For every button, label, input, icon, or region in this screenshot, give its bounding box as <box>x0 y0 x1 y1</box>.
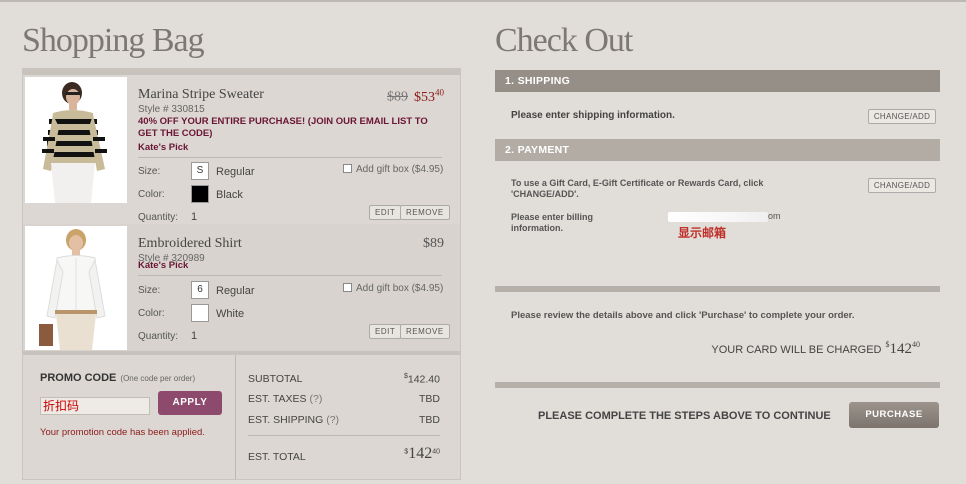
sale-price: $5340 <box>414 87 444 105</box>
quantity-label: Quantity: <box>138 331 179 342</box>
bag-item-embroidered-shirt: Embroidered Shirt Style # 320989 Kate's … <box>23 224 460 351</box>
quantity-label: Quantity: <box>138 212 179 223</box>
apply-button[interactable]: APPLY <box>158 391 222 415</box>
bag-item-marina-stripe-sweater: Marina Stripe Sweater Style # 330815 40%… <box>23 75 460 223</box>
sweater-model-image <box>25 77 127 203</box>
shopping-bag-title: Shopping Bag <box>22 22 205 59</box>
item-price: $89 $5340 <box>387 87 444 106</box>
email-annotation: 显示邮箱 <box>678 226 727 240</box>
shopping-bag-panel: Marina Stripe Sweater Style # 330815 40%… <box>22 68 461 480</box>
size-box: S <box>191 162 209 180</box>
edit-button[interactable]: EDIT <box>369 205 402 220</box>
purchase-button[interactable]: PURCHASE <box>849 402 939 428</box>
payment-section-header[interactable]: 2. PAYMENT <box>495 139 940 161</box>
promo-code-section: PROMO CODE (One code per order) 折扣码 APPLY… <box>23 355 235 479</box>
size-label: Size: <box>138 166 161 177</box>
remove-button[interactable]: REMOVE <box>400 324 450 339</box>
item-style-number: Style # 330815 <box>138 104 205 115</box>
top-border <box>0 0 966 2</box>
color-name: White <box>216 308 245 320</box>
shipping-section-header[interactable]: 1. SHIPPING <box>495 70 940 92</box>
edit-button[interactable]: EDIT <box>369 324 402 339</box>
gift-box-checkbox[interactable] <box>343 164 352 173</box>
promo-code-hint: (One code per order) <box>120 374 196 383</box>
gift-box-option[interactable]: Add gift box ($4.95) <box>343 283 443 294</box>
review-top-bar <box>495 286 940 292</box>
size-label: Size: <box>138 285 161 296</box>
shirt-model-image <box>25 226 127 350</box>
size-name: Regular <box>216 166 255 178</box>
original-price: $89 <box>387 89 408 105</box>
shipping-info-text: Please enter shipping information. <box>511 110 675 121</box>
promo-code-input[interactable]: 折扣码 <box>40 397 150 415</box>
redacted-email <box>668 212 768 222</box>
color-swatch-black <box>191 185 209 203</box>
review-bottom-bar <box>495 382 940 388</box>
remove-button[interactable]: REMOVE <box>400 205 450 220</box>
promo-code-label: PROMO CODE (One code per order) <box>40 372 196 384</box>
taxes-help-icon[interactable]: (?) <box>309 393 322 405</box>
checkout-title: Check Out <box>495 22 633 59</box>
kates-pick-tag: Kate's Pick <box>138 142 189 153</box>
payment-change-add-button[interactable]: CHANGE/ADD <box>868 178 936 193</box>
item-price: $89 <box>423 236 444 251</box>
total-row: EST. TOTAL $14240 <box>248 445 440 463</box>
billing-info-text: Please enter billing information. <box>511 212 594 233</box>
item-name[interactable]: Marina Stripe Sweater <box>138 87 264 103</box>
order-totals: SUBTOTAL $142.40 EST. TAXES (?) TBD EST.… <box>235 355 460 479</box>
gift-box-checkbox[interactable] <box>343 283 352 292</box>
color-label: Color: <box>138 189 165 200</box>
item-name[interactable]: Embroidered Shirt <box>138 236 242 252</box>
kates-pick-tag: Kate's Pick <box>138 260 189 271</box>
size-box: 6 <box>191 281 209 299</box>
item-promo-message: 40% OFF YOUR ENTIRE PURCHASE! (JOIN OUR … <box>138 116 428 139</box>
gift-box-option[interactable]: Add gift box ($4.95) <box>343 164 443 175</box>
color-name: Black <box>216 189 243 201</box>
color-label: Color: <box>138 308 165 319</box>
payment-info-text: To use a Gift Card, E-Gift Certificate o… <box>511 178 764 199</box>
totals-divider <box>248 435 440 436</box>
email-tail: om <box>768 211 781 221</box>
product-image-shirt[interactable] <box>25 226 127 350</box>
shipping-help-icon[interactable]: (?) <box>326 414 339 426</box>
item-divider <box>138 275 442 276</box>
promo-applied-message: Your promotion code has been applied. <box>40 427 205 438</box>
card-charge-amount: YOUR CARD WILL BE CHARGED $14240 <box>711 340 920 357</box>
product-image-sweater[interactable] <box>25 77 127 203</box>
size-name: Regular <box>216 285 255 297</box>
review-text: Please review the details above and clic… <box>511 310 855 321</box>
item-divider <box>138 157 442 158</box>
complete-steps-message: PLEASE COMPLETE THE STEPS ABOVE TO CONTI… <box>538 410 831 422</box>
quantity-value: 1 <box>191 330 198 342</box>
color-swatch-white <box>191 304 209 322</box>
shipping-change-add-button[interactable]: CHANGE/ADD <box>868 109 936 124</box>
quantity-value: 1 <box>191 211 198 223</box>
